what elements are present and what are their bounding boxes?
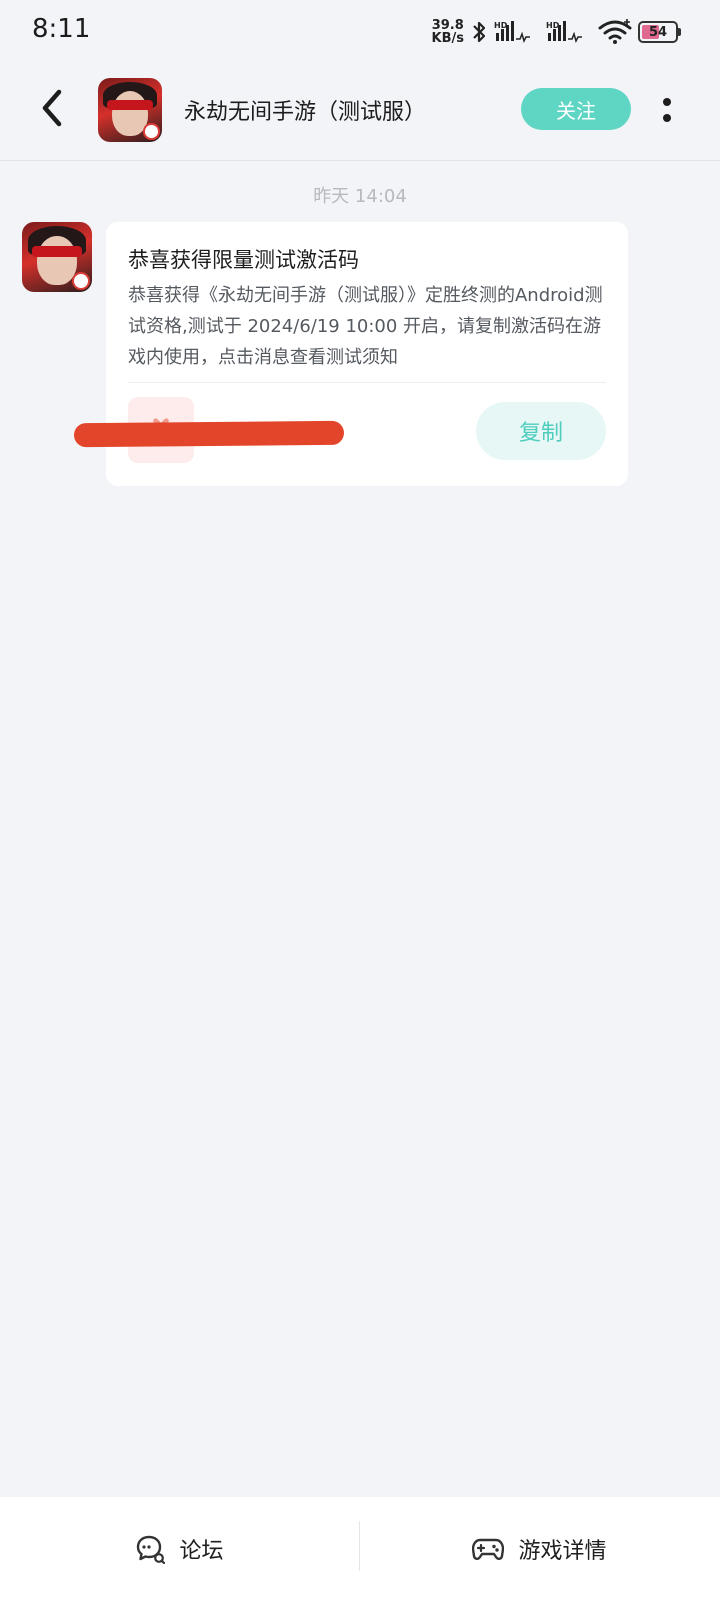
chevron-left-icon xyxy=(42,89,62,127)
forum-label: 论坛 xyxy=(179,1539,224,1564)
game-detail-label: 游戏详情 xyxy=(518,1539,607,1564)
page-title: 永劫无间手游（测试服） xyxy=(184,100,427,125)
message-title: 恭喜获得限量测试激活码 xyxy=(128,248,359,272)
network-speed-unit: KB/s xyxy=(431,31,464,46)
message-body: 恭喜获得《永劫无间手游（测试服）》定胜终测的Android测试资格,测试于 20… xyxy=(128,285,603,368)
message-card[interactable]: 恭喜获得限量测试激活码 恭喜获得《永劫无间手游（测试服）》定胜终测的Androi… xyxy=(73,222,628,486)
status-icons: 39.8 KB/s HD HD 54 xyxy=(432,16,681,48)
back-button[interactable] xyxy=(32,86,72,130)
battery-icon: 54 xyxy=(638,21,681,43)
forum-button[interactable]: 论坛 xyxy=(0,1497,359,1601)
more-vertical-icon xyxy=(663,98,671,106)
bluetooth-icon xyxy=(473,21,486,43)
message-divider xyxy=(128,382,606,383)
svg-text:HD: HD xyxy=(494,21,508,30)
chat-bubble-icon xyxy=(137,1535,166,1564)
status-time: 8:11 xyxy=(32,14,91,44)
gamepad-icon xyxy=(472,1538,505,1560)
chat-header: 永劫无间手游（测试服） 关注 xyxy=(0,64,720,161)
netease-badge-icon xyxy=(143,123,161,141)
more-options-button[interactable] xyxy=(652,92,682,128)
signal-hd-icon: HD xyxy=(546,21,582,44)
bottom-bar: 论坛 游戏详情 xyxy=(0,1497,720,1601)
wifi-icon xyxy=(598,19,632,44)
copy-button[interactable]: 复制 xyxy=(476,402,606,460)
netease-badge-icon xyxy=(71,271,90,290)
battery-level: 54 xyxy=(648,24,668,40)
signal-hd-icon: HD xyxy=(494,21,530,44)
message-timestamp: 昨天 14:04 xyxy=(313,186,407,207)
follow-button[interactable]: 关注 xyxy=(521,88,631,130)
svg-text:HD: HD xyxy=(546,21,560,30)
sender-avatar[interactable] xyxy=(22,222,92,292)
game-avatar[interactable] xyxy=(98,78,162,142)
game-detail-button[interactable]: 游戏详情 xyxy=(360,1497,719,1601)
status-bar: 8:11 39.8 KB/s HD HD 54 xyxy=(0,0,720,64)
redaction-mark xyxy=(73,420,345,448)
network-speed: 39.8 KB/s xyxy=(432,19,464,45)
